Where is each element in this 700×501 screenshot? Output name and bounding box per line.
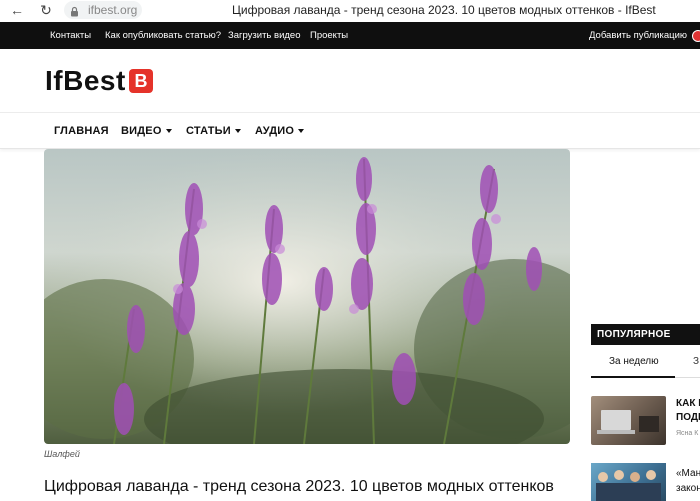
topbar-link-upload-video[interactable]: Загрузить видео	[228, 30, 300, 41]
popular-item-title[interactable]: КАК И ПОДР	[676, 397, 700, 425]
popular-item-thumbnail[interactable]	[591, 396, 666, 445]
main-navigation: ГЛАВНАЯ ВИДЕО СТАТЬИ АУДИО	[0, 112, 700, 149]
chevron-down-icon	[298, 129, 305, 134]
nav-item-audio[interactable]: АУДИО	[255, 125, 305, 137]
page-title: Цифровая лаванда - тренд сезона 2023. 10…	[232, 3, 656, 17]
reload-icon[interactable]: ↻	[38, 2, 54, 18]
avatar[interactable]	[692, 30, 700, 42]
topbar-link-projects[interactable]: Проекты	[310, 30, 348, 41]
nav-item-articles[interactable]: СТАТЬИ	[186, 125, 241, 137]
nav-item-home[interactable]: ГЛАВНАЯ	[54, 125, 109, 137]
laptop-photo-illustration	[597, 410, 659, 434]
url-text[interactable]: ifbest.org	[88, 3, 137, 17]
topbar-link-contacts[interactable]: Контакты	[50, 30, 91, 41]
sage-flowers-illustration	[44, 149, 570, 444]
group-photo-illustration	[596, 470, 661, 501]
tab-week[interactable]: За неделю	[609, 356, 659, 367]
popular-item-title[interactable]: «Ман закон	[676, 466, 700, 496]
site-logo-text[interactable]: IfBest	[45, 65, 126, 97]
nav-item-video[interactable]: ВИДЕО	[121, 125, 172, 137]
popular-item-author: Ясна К	[676, 430, 699, 437]
image-caption: Шалфей	[44, 449, 80, 459]
active-tab-indicator	[591, 376, 675, 378]
lock-icon[interactable]	[70, 4, 79, 22]
topbar-link-how-to-publish[interactable]: Как опубликовать статью?	[105, 30, 221, 41]
add-publication-link[interactable]: Добавить публикацию	[589, 30, 687, 41]
browser-toolbar: ← ↻ ifbest.org Цифровая лаванда - тренд …	[0, 0, 700, 22]
popular-heading: ПОПУЛЯРНОЕ	[591, 324, 700, 345]
chevron-down-icon	[165, 129, 172, 134]
site-logo-badge[interactable]: B	[129, 69, 153, 93]
back-arrow-icon[interactable]: ←	[9, 2, 25, 18]
chevron-down-icon	[234, 129, 241, 134]
tab-next[interactable]: З	[693, 356, 699, 367]
article-hero-image	[44, 149, 570, 444]
popular-item-thumbnail[interactable]	[591, 463, 666, 501]
top-utility-bar: Контакты Как опубликовать статью? Загруз…	[0, 22, 700, 49]
popular-tabs: За неделю З	[591, 348, 700, 378]
article-title: Цифровая лаванда - тренд сезона 2023. 10…	[44, 478, 554, 495]
